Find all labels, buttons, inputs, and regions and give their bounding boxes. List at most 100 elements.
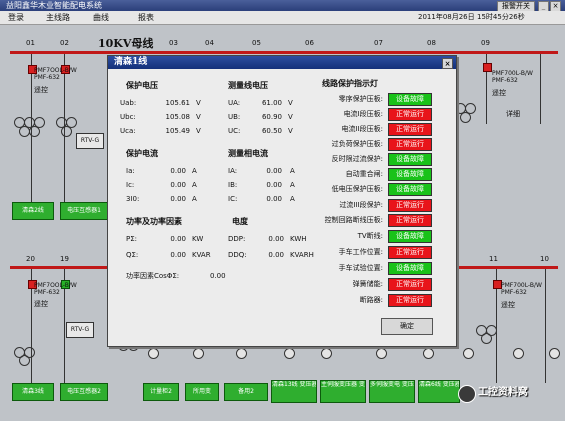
dialog-title: 清森1线 — [114, 57, 148, 67]
indicator-light: 正常运行 — [388, 138, 432, 151]
indicator-label: 控制回路断线压板: — [324, 216, 383, 224]
section-heading: 测量相电流 — [228, 149, 268, 158]
indicator-label: 电流II段压板: — [341, 125, 384, 133]
section-heading: 保护电压 — [126, 81, 158, 90]
indicator-label: 手车工作位置: — [338, 248, 383, 256]
section-heading: 线路保护指示灯 — [322, 79, 378, 88]
meter-icon — [423, 348, 434, 359]
indicator-label: 零序保护压板: — [338, 95, 383, 103]
indicator-label: 断路器: — [359, 296, 383, 304]
feeder-button-qingsen-13[interactable]: 清森13线 变压器1250KVA — [271, 380, 317, 403]
confirm-button[interactable]: 确定 — [381, 318, 433, 335]
feeder-number: 01 — [26, 39, 35, 47]
indicator-light: 正常运行 — [388, 246, 432, 259]
feeder-button-servo-multi[interactable]: 多伺服变电 变压器1600KVA — [369, 380, 415, 403]
meter-icon — [284, 348, 295, 359]
remote-control-label[interactable]: 遥控 — [492, 90, 506, 97]
meter-value: 0.00 — [170, 235, 186, 243]
feeder-detail-dialog: 清森1线 × 保护电压 Uab: 105.61 V Ubc: 105.08 V … — [107, 55, 457, 347]
pt-cabinet: RTV-G — [76, 133, 104, 149]
meter-unit: V — [196, 99, 201, 107]
meter-icon — [148, 348, 159, 359]
relay-model: PMF7OOL-B/W PMF-632 — [34, 67, 77, 81]
indicator-light: 正常运行 — [388, 123, 432, 136]
indicator-label: 弹簧储能: — [352, 280, 383, 288]
feeder-number: 19 — [60, 255, 69, 263]
section-heading: 功率及功率因素 — [126, 217, 182, 226]
indicator-label: 过流III段保护: — [339, 201, 383, 209]
feeder-number: 08 — [427, 39, 436, 47]
dialog-close-button[interactable]: × — [442, 58, 453, 69]
station-transformer-button[interactable]: 所用变 — [185, 383, 219, 401]
menu-bar: 登录 主线路 曲线 报表 2011年08月26日 15时45分26秒 — [0, 11, 565, 25]
indicator-label: 电流I段压板: — [343, 110, 383, 118]
meter-name: UB: — [228, 113, 241, 121]
pt-button-1[interactable]: 电压互感器1 — [60, 202, 108, 220]
pt-cabinet: RTV-G — [66, 322, 94, 338]
meter-value: 0.00 — [266, 181, 282, 189]
remote-control-label[interactable]: 遥控 — [34, 87, 48, 94]
meter-unit: A — [192, 167, 197, 175]
transformer-coil — [481, 333, 492, 344]
meter-value: 61.00 — [261, 99, 282, 107]
current-date: 2011年08月26日 — [418, 13, 475, 21]
meter-name: DDP: — [228, 235, 246, 243]
feeder-number: 03 — [169, 39, 178, 47]
indicator-light: 正常运行 — [388, 278, 432, 291]
meter-icon — [193, 348, 204, 359]
feeder-number: 10 — [540, 255, 549, 263]
menu-item-login[interactable]: 登录 — [8, 11, 24, 24]
title-bar: 益阳鑫华木业智能配电系统 报警开关 _ × — [0, 0, 565, 12]
feeder-button-qingsen-2[interactable]: 清森2线 — [12, 202, 54, 220]
wechat-logo-icon — [458, 385, 476, 403]
indicator-light: 设备故障 — [388, 93, 432, 106]
meter-unit: V — [196, 113, 201, 121]
relay-model-line: PMF-632 — [492, 77, 518, 84]
feeder-line — [545, 269, 546, 383]
meter-value: 0.00 — [210, 272, 226, 280]
feeder-button-qingsen-6[interactable]: 清森6线 变压器2 — [418, 380, 460, 403]
meter-row: QΣ: 0.00 KVAR — [126, 250, 226, 260]
section-heading: 测量线电压 — [228, 81, 268, 90]
feeder-number: 05 — [252, 39, 261, 47]
meter-icon — [236, 348, 247, 359]
spare-2-button[interactable]: 备用2 — [224, 383, 268, 401]
remote-control-label[interactable]: 遥控 — [34, 301, 48, 308]
metering-cabinet-button[interactable]: 计量柜2 — [143, 383, 179, 401]
transformer-coil — [61, 126, 72, 137]
feeder-number: 04 — [205, 39, 214, 47]
feeder-button-servo-main[interactable]: 主伺服变压器 变压器800KVA — [320, 380, 366, 403]
meter-icon — [463, 348, 474, 359]
meter-value: 0.00 — [170, 167, 186, 175]
indicator-label: 低电压保护压板: — [331, 185, 383, 193]
breaker-switch[interactable] — [483, 63, 492, 72]
meter-value: 0.00 — [170, 181, 186, 189]
detail-link[interactable]: 详细 — [506, 111, 520, 118]
meter-unit: KW — [192, 235, 204, 243]
meter-name: DDQ: — [228, 251, 247, 259]
meter-value: 105.49 — [165, 127, 191, 135]
remote-control-label[interactable]: 遥控 — [501, 302, 515, 309]
transformer-coil — [460, 112, 471, 123]
meter-icon — [549, 348, 560, 359]
meter-name: Ia: — [126, 167, 135, 175]
menu-item-curve[interactable]: 曲线 — [93, 11, 109, 24]
indicator-light: 设备故障 — [388, 262, 432, 275]
indicator-light: 设备故障 — [388, 168, 432, 181]
menu-item-main-line[interactable]: 主线路 — [46, 11, 70, 24]
meter-row: Uab: 105.61 V — [120, 98, 220, 108]
pt-button-2[interactable]: 电压互感器2 — [60, 383, 108, 401]
section-heading: 电度 — [232, 217, 248, 226]
indicator-light: 设备故障 — [388, 230, 432, 243]
meter-value: 105.61 — [165, 99, 191, 107]
transformer-coil — [19, 355, 30, 366]
indicator-light: 设备故障 — [388, 183, 432, 196]
menu-item-report[interactable]: 报表 — [138, 11, 154, 24]
feeder-button-qingsen-3[interactable]: 清森3线 — [12, 383, 54, 401]
meter-name: Uab: — [120, 99, 137, 107]
indicator-label: TV断线: — [357, 232, 383, 240]
feeder-number: 02 — [60, 39, 69, 47]
indicator-light: 正常运行 — [388, 214, 432, 227]
relay-model-line: PMF7OOL-B/W — [34, 67, 77, 74]
watermark: 工控资料窝 — [458, 383, 562, 403]
